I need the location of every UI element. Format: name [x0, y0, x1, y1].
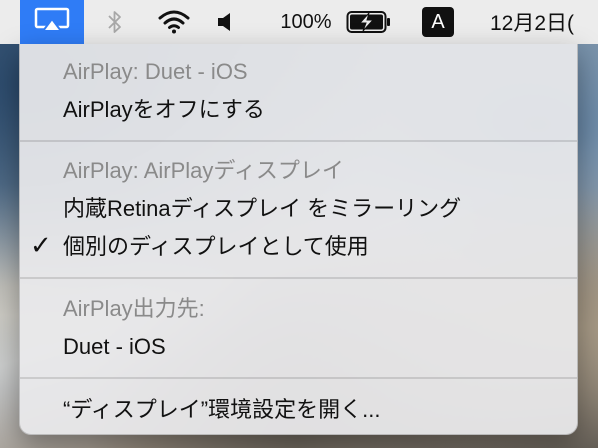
airplay-dropdown-menu: AirPlay: Duet - iOS AirPlayをオフにする AirPla… [19, 44, 578, 435]
menu-header-airplay-duet: AirPlay: Duet - iOS [20, 54, 577, 90]
menu-header-label: AirPlay出力先: [63, 296, 205, 321]
battery-charging-icon[interactable] [342, 0, 396, 44]
volume-icon[interactable] [210, 0, 240, 44]
input-source-menu[interactable]: A [418, 0, 458, 44]
menu-item-turn-off-airplay[interactable]: AirPlayをオフにする [20, 90, 577, 126]
input-source-label: A [422, 7, 454, 37]
clock[interactable]: 12月2日( [490, 0, 598, 44]
menu-separator [20, 277, 577, 279]
menu-item-mirror-builtin-display[interactable]: 内蔵Retinaディスプレイ をミラーリング [20, 189, 577, 225]
bluetooth-icon[interactable] [100, 0, 130, 44]
menu-header-label: AirPlay: Duet - iOS [63, 59, 248, 84]
menu-separator [20, 140, 577, 142]
menu-item-use-as-separate-display[interactable]: ✓ 個別のディスプレイとして使用 [20, 227, 577, 263]
menu-item-label: “ディスプレイ”環境設定を開く... [63, 397, 381, 422]
menu-item-label: AirPlayをオフにする [63, 97, 265, 122]
checkmark-icon: ✓ [30, 229, 52, 260]
menu-separator [20, 377, 577, 379]
airplay-menu-button[interactable] [20, 0, 84, 44]
menu-header-label: AirPlay: AirPlayディスプレイ [63, 158, 344, 183]
menu-item-label: 内蔵Retinaディスプレイ をミラーリング [63, 196, 462, 221]
wifi-icon[interactable] [152, 0, 196, 44]
airplay-icon [34, 7, 70, 37]
menu-bar: 100% A 12月2日( [0, 0, 598, 44]
menu-item-output-duet[interactable]: Duet - iOS [20, 329, 577, 365]
menu-item-label: Duet - iOS [63, 334, 166, 359]
battery-percentage[interactable]: 100% [272, 0, 340, 44]
menu-item-open-display-preferences[interactable]: “ディスプレイ”環境設定を開く... [20, 390, 577, 426]
menu-item-label: 個別のディスプレイとして使用 [63, 234, 369, 259]
menu-header-airplay-output: AirPlay出力先: [20, 289, 577, 325]
menu-header-airplay-display: AirPlay: AirPlayディスプレイ [20, 151, 577, 187]
